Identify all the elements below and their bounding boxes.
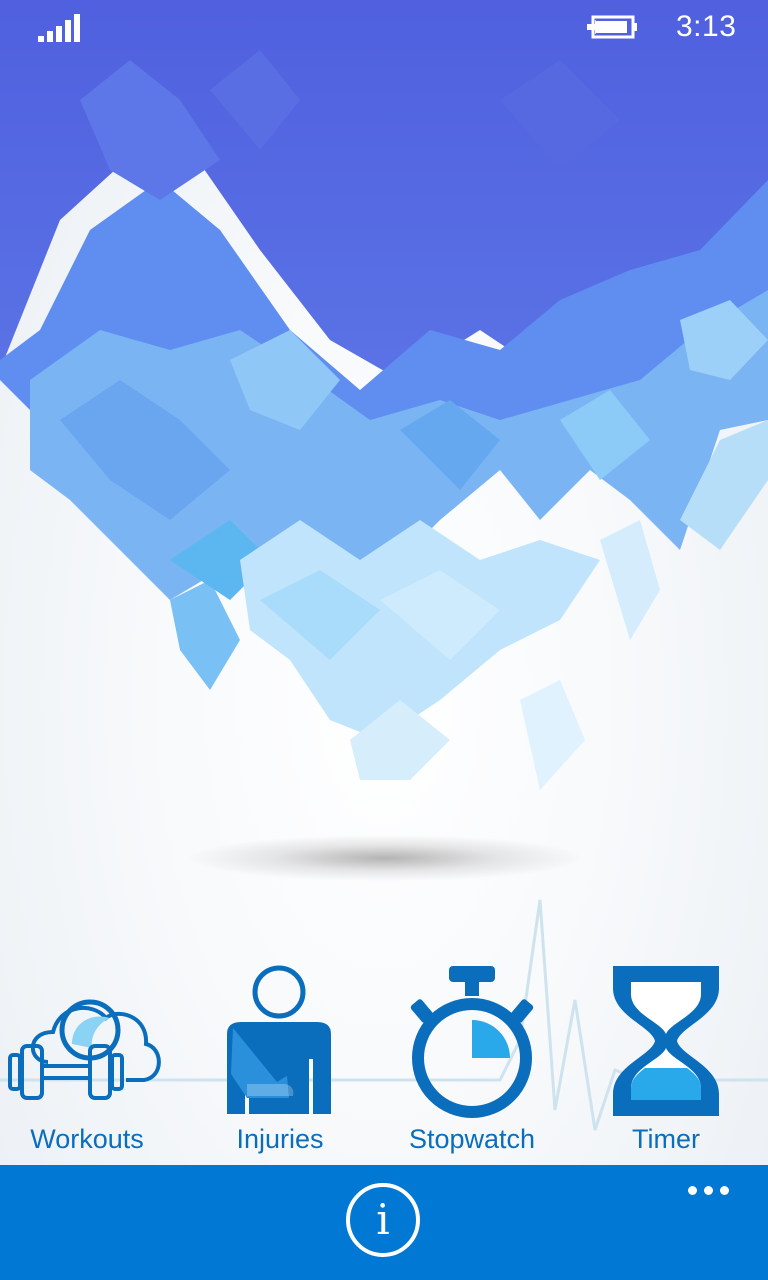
hourglass-icon	[613, 966, 719, 1116]
tile-label-workouts: Workouts	[30, 1124, 144, 1154]
tile-workouts[interactable]: Workouts	[2, 960, 172, 1160]
tile-label-stopwatch: Stopwatch	[408, 1124, 536, 1154]
more-options-button[interactable]	[684, 1181, 734, 1201]
status-bar: 3:13	[0, 0, 768, 56]
info-icon: i	[376, 1195, 390, 1244]
signal-bars-icon	[38, 14, 80, 42]
floor-shadow	[190, 835, 580, 881]
info-button[interactable]: i	[346, 1183, 420, 1257]
tile-label-injuries: Injuries	[236, 1124, 324, 1154]
background-mosaic	[0, 0, 768, 790]
tile-stopwatch[interactable]: Stopwatch	[387, 960, 557, 1160]
dumbbell-icon	[8, 999, 161, 1100]
app-bar: i	[0, 1165, 768, 1280]
ellipsis-icon	[688, 1186, 697, 1195]
ellipsis-icon	[720, 1186, 729, 1195]
ellipsis-icon	[704, 1186, 713, 1195]
injured-person-icon	[227, 965, 331, 1114]
battery-charging-icon	[587, 15, 637, 39]
stopwatch-icon	[410, 966, 534, 1118]
status-time: 3:13	[676, 10, 737, 43]
tile-injuries[interactable]: Injuries	[195, 960, 365, 1160]
tile-label-timer: Timer	[632, 1124, 700, 1154]
tile-timer[interactable]: Timer	[581, 960, 751, 1160]
